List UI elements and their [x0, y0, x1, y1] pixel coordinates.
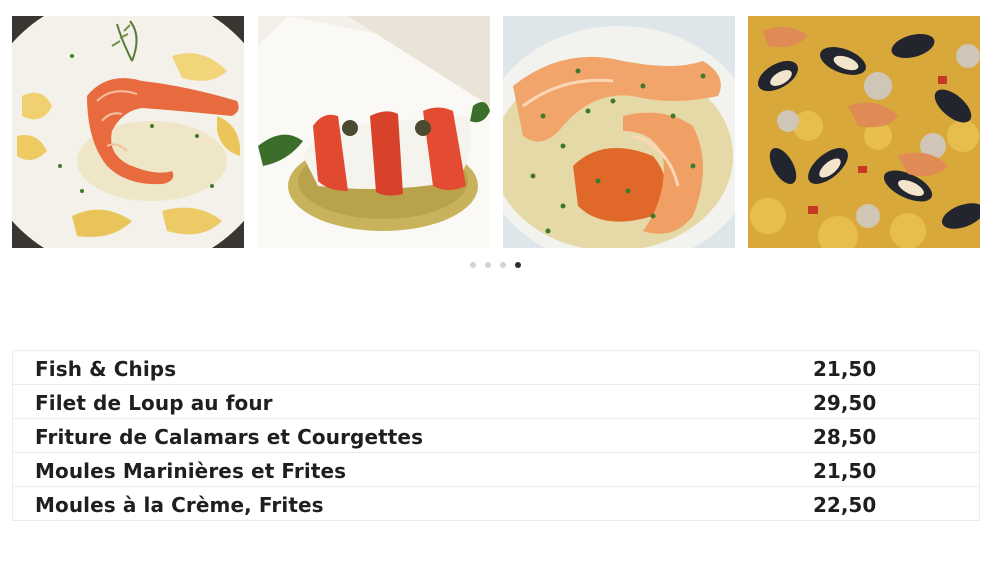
food-photo-fish-risotto[interactable] — [258, 16, 490, 248]
dish-price: 22,50 — [813, 493, 877, 517]
pager-dot-4-active[interactable] — [515, 262, 521, 268]
menu-row: Filet de Loup au four 29,50 — [13, 385, 979, 419]
food-photo-prawns-puree[interactable] — [12, 16, 244, 248]
prawns-sauce-image — [503, 16, 735, 248]
dish-name: Moules Marinières et Frites — [35, 459, 347, 483]
pager-dot-3[interactable] — [500, 262, 506, 268]
dish-price: 28,50 — [813, 425, 877, 449]
dish-price: 21,50 — [813, 459, 877, 483]
fish-risotto-image — [258, 16, 490, 248]
pager-dot-2[interactable] — [485, 262, 491, 268]
food-photo-prawns-sauce[interactable] — [503, 16, 735, 248]
food-photo-paella-mussels[interactable] — [748, 16, 980, 248]
carousel-pager — [470, 262, 530, 270]
dish-name: Fish & Chips — [35, 357, 177, 381]
paella-mussels-image — [748, 16, 980, 248]
menu-row: Moules Marinières et Frites 21,50 — [13, 453, 979, 487]
dish-price: 21,50 — [813, 357, 877, 381]
pager-dot-1[interactable] — [470, 262, 476, 268]
menu-price-table: Fish & Chips 21,50 Filet de Loup au four… — [12, 350, 980, 521]
menu-row: Friture de Calamars et Courgettes 28,50 — [13, 419, 979, 453]
menu-row: Fish & Chips 21,50 — [13, 351, 979, 385]
photo-carousel[interactable] — [12, 16, 980, 248]
menu-row: Moules à la Crème, Frites 22,50 — [13, 487, 979, 520]
dish-name: Friture de Calamars et Courgettes — [35, 425, 424, 449]
dish-price: 29,50 — [813, 391, 877, 415]
dish-name: Moules à la Crème, Frites — [35, 493, 324, 517]
prawns-puree-image — [12, 16, 244, 248]
dish-name: Filet de Loup au four — [35, 391, 273, 415]
